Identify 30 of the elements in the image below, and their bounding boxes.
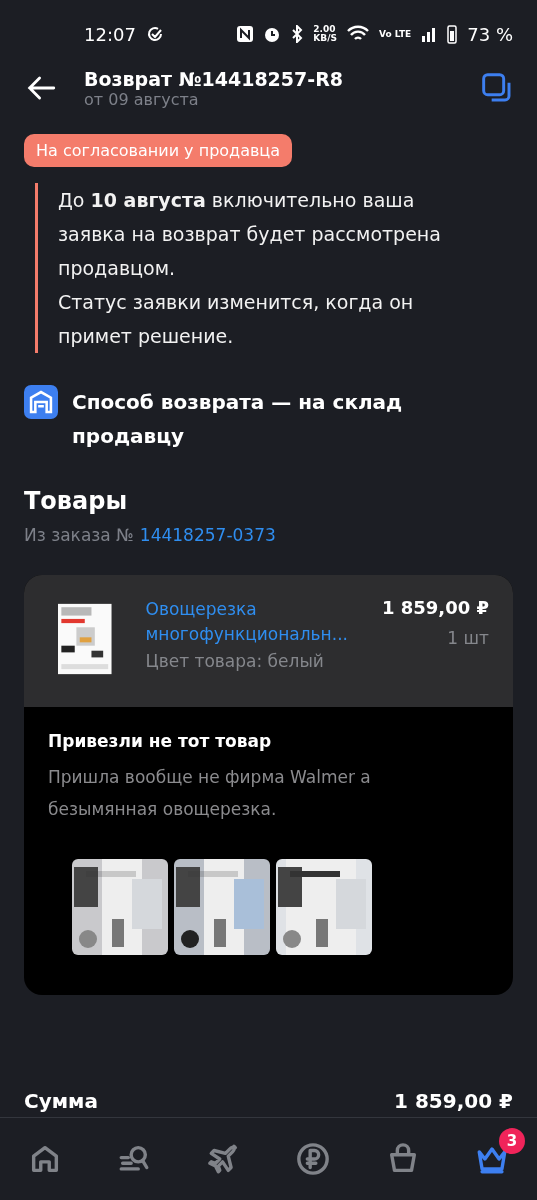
product-name[interactable]: Овощерезка многофункциональн... — [145, 597, 348, 647]
signal-icon — [421, 26, 438, 42]
return-title: Возврат №14418257-R8 — [84, 67, 344, 90]
product-color: Цвет товара: белый — [145, 651, 325, 671]
network-speed: 2.00 KB/S — [313, 25, 337, 43]
return-date: от 09 августа — [84, 89, 200, 109]
product-quantity: 1 шт — [447, 628, 489, 648]
order-label: Из заказа № — [24, 525, 134, 545]
copy-icon[interactable] — [481, 72, 513, 104]
volte-label: Vo LTE — [378, 29, 412, 39]
battery-level: 73 % — [467, 23, 513, 45]
warehouse-icon — [24, 385, 58, 419]
alarm-icon — [263, 25, 282, 43]
reason-title: Привезли не тот товар — [48, 731, 273, 751]
ruble-icon — [296, 1142, 331, 1176]
nfc-icon — [237, 26, 254, 42]
notice-text: Статус заявки изменится, когда он примет решение. — [58, 290, 415, 349]
battery-icon — [447, 24, 458, 44]
return-method: Способ возврата — на склад продавцу — [72, 389, 404, 450]
status-time: 12:07 — [84, 23, 136, 45]
notice-text: До 10 августа включительно ваша заявка на возврат будет рассмотрена продавцом. — [58, 188, 442, 281]
bluetooth-icon — [291, 25, 304, 43]
product-price: 1 859,00 ₽ — [381, 597, 489, 618]
order-link[interactable]: 14418257-0373 — [139, 525, 276, 545]
status-badge: На согласовании у продавца — [24, 134, 293, 167]
reason-text: Пришла вообще не фирма Walmer а безымянная овощерезка. — [48, 766, 372, 821]
sum-label: Сумма — [24, 1089, 98, 1113]
notification-count: 3 — [498, 1128, 525, 1154]
section-title: Товары — [24, 487, 129, 515]
sum-value: 1 859,00 ₽ — [394, 1089, 513, 1113]
